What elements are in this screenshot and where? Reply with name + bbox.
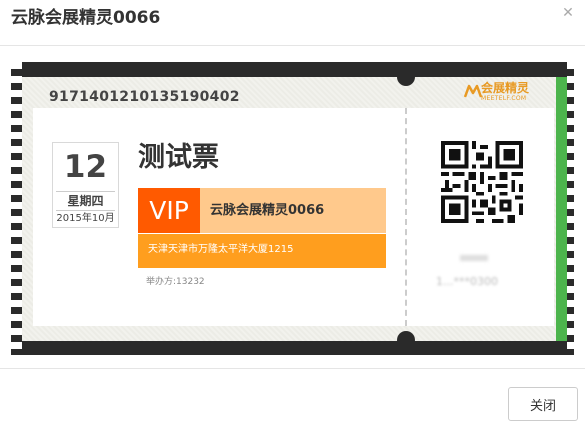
logo-name: 会展精灵	[481, 81, 530, 95]
holder-phone-blurred: 1...***0300	[436, 275, 498, 288]
ticket-notch-top	[397, 68, 415, 86]
ticket-notch-bottom	[397, 331, 415, 349]
ticket-serial-number: 9171401210135190402	[49, 89, 240, 105]
date-month: 2015年10月	[56, 213, 115, 224]
date-weekday: 星期四	[67, 194, 104, 208]
ticket-edge-stripe	[556, 77, 567, 341]
logo-icon	[464, 84, 482, 98]
dialog-header: 云脉会展精灵0066 ✕	[0, 0, 585, 46]
logo-sub: MEETELF.COM	[481, 95, 527, 102]
date-day: 12	[63, 149, 108, 185]
date-divider	[56, 210, 115, 211]
dialog-footer: 关闭	[0, 368, 585, 429]
brand-logo: 会展精灵 MEETELF.COM	[464, 81, 544, 105]
ticket-perforation-right	[567, 62, 574, 355]
vip-badge: VIP	[138, 188, 200, 233]
close-icon[interactable]: ✕	[561, 6, 575, 20]
organizer-label: 举办方:13232	[146, 277, 205, 287]
ticket-perforation-left	[11, 62, 22, 355]
ticket-tear-line	[405, 108, 407, 326]
vip-bar: VIP 云脉会展精灵0066	[138, 188, 386, 233]
holder-name-blurred	[460, 255, 488, 261]
event-address: 天津天津市万隆太平洋大厦1215	[148, 244, 294, 255]
close-button[interactable]: 关闭	[508, 387, 578, 421]
qr-code-icon	[441, 141, 523, 223]
date-divider	[56, 191, 115, 192]
date-box: 12 星期四 2015年10月	[52, 142, 119, 228]
ticket: 9171401210135190402 会展精灵 MEETELF.COM 12 …	[11, 62, 574, 355]
address-bar: 天津天津市万隆太平洋大厦1215	[138, 234, 386, 268]
ticket-name: 测试票	[138, 142, 219, 173]
event-name: 云脉会展精灵0066	[210, 203, 325, 218]
dialog-title: 云脉会展精灵0066	[11, 8, 161, 28]
